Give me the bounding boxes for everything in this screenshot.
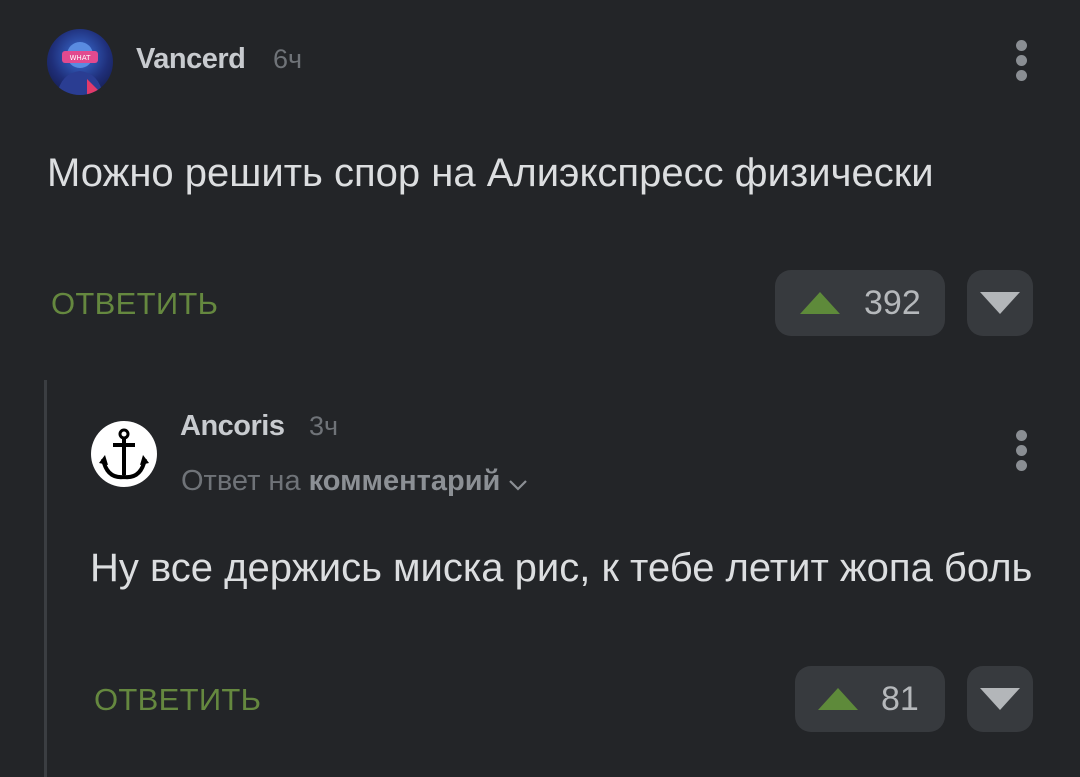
comment-text: Ну все держись миска рис, к тебе летит ж… xyxy=(90,546,1033,590)
upvote-button[interactable]: 392 xyxy=(775,270,945,336)
reply-button[interactable]: ОТВЕТИТЬ xyxy=(51,286,218,322)
svg-text:WHAT: WHAT xyxy=(70,54,91,62)
chevron-down-icon[interactable] xyxy=(508,466,528,499)
upvote-arrow-icon xyxy=(818,688,858,710)
reply-to-target[interactable]: комментарий xyxy=(309,465,501,497)
thread-line xyxy=(44,380,47,777)
comment-text: Можно решить спор на Алиэкспресс физичес… xyxy=(47,151,934,195)
anchor-avatar-icon xyxy=(92,422,156,486)
reply-to-prefix: Ответ на xyxy=(181,465,301,497)
rating-count: 392 xyxy=(864,283,921,322)
reply-to-link[interactable]: Ответ на комментарий xyxy=(181,465,528,499)
comments-screen: WHAT Vancerd 6ч Можно решить спор на Али… xyxy=(0,0,1080,777)
downvote-button[interactable] xyxy=(967,270,1033,336)
comment-time: 3ч xyxy=(309,411,339,441)
more-options-icon[interactable] xyxy=(1016,40,1028,85)
reply-button[interactable]: ОТВЕТИТЬ xyxy=(94,682,261,718)
avatar[interactable]: WHAT xyxy=(47,29,113,95)
upvote-button[interactable]: 81 xyxy=(795,666,945,732)
downvote-arrow-icon xyxy=(980,292,1020,314)
comment-username[interactable]: Vancerd xyxy=(136,43,246,76)
downvote-button[interactable] xyxy=(967,666,1033,732)
more-options-icon[interactable] xyxy=(1016,430,1028,475)
comment-time: 6ч xyxy=(273,44,303,74)
upvote-arrow-icon xyxy=(800,292,840,314)
avatar[interactable] xyxy=(91,421,157,487)
comment-username[interactable]: Ancoris xyxy=(180,410,285,443)
vr-headset-avatar-icon: WHAT xyxy=(57,42,103,95)
rating-count: 81 xyxy=(881,679,919,718)
downvote-arrow-icon xyxy=(980,688,1020,710)
